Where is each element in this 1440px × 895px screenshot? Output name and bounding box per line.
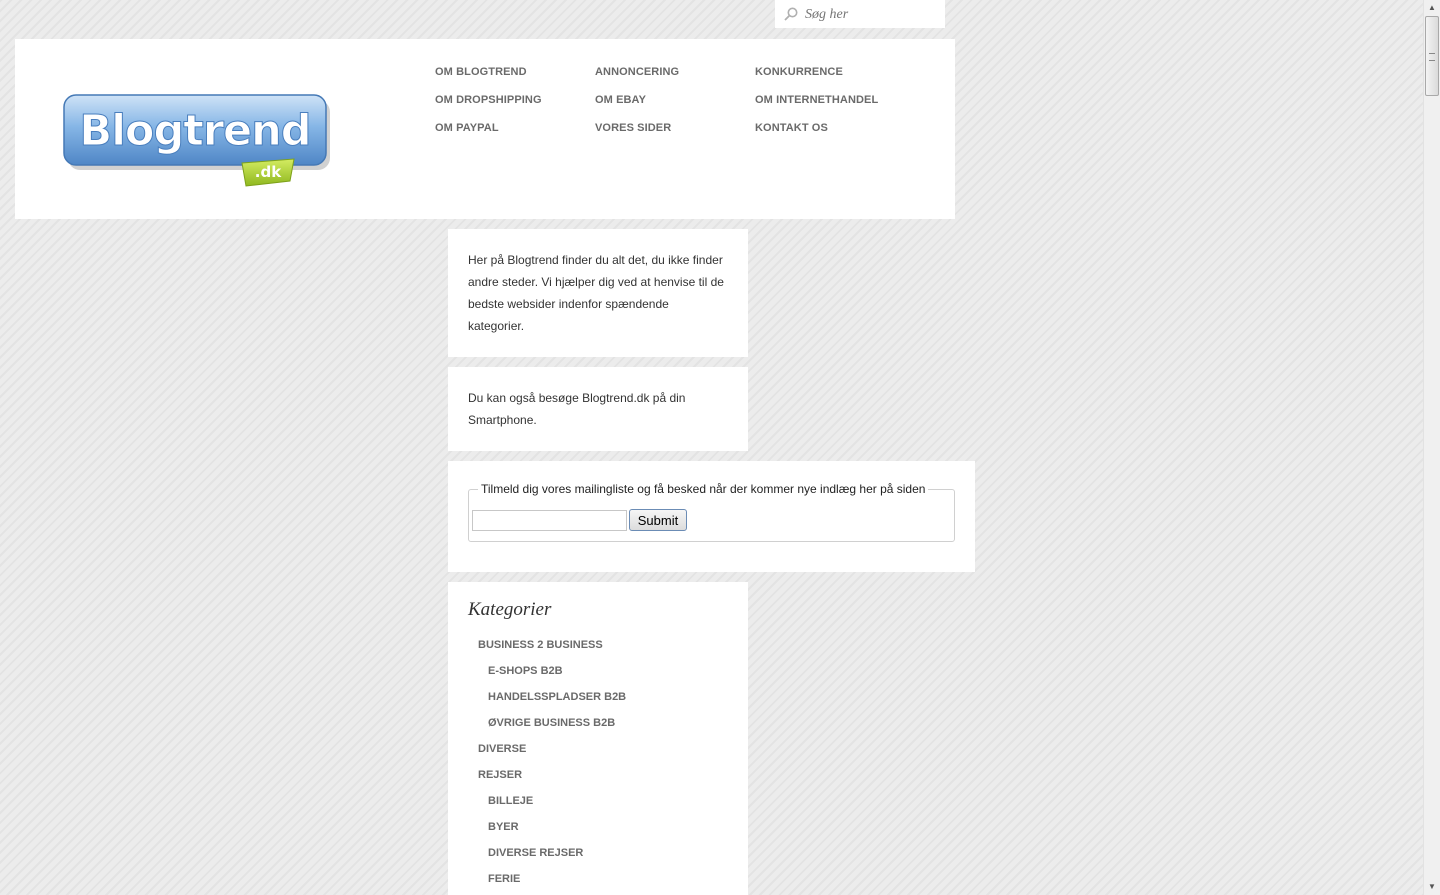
nav-konkurrence[interactable]: KONKURRENCE [755, 66, 843, 78]
newsletter-widget: Tilmeld dig vores mailingliste og få bes… [448, 461, 975, 572]
newsletter-legend: Tilmeld dig vores mailingliste og få bes… [481, 482, 926, 496]
scroll-down-arrow-icon[interactable]: ▼ [1424, 879, 1440, 895]
nav-kontakt-os[interactable]: KONTAKT OS [755, 122, 828, 134]
category-ferie[interactable]: FERIE [488, 873, 520, 885]
nav-om-internethandel[interactable]: OM INTERNETHANDEL [755, 94, 878, 106]
mobile-widget: Du kan også besøge Blogtrend.dk på din S… [448, 367, 748, 451]
nav-annoncering[interactable]: ANNONCERING [595, 66, 679, 78]
category-byer[interactable]: BYER [488, 821, 519, 833]
intro-widget: Her på Blogtrend finder du alt det, du i… [448, 229, 748, 357]
category-handelspladser-b2b[interactable]: HANDELSSPLADSER B2B [488, 691, 626, 703]
nav-om-paypal[interactable]: OM PAYPAL [435, 122, 499, 134]
logo-sub-text: .dk [255, 163, 282, 181]
intro-text: Her på Blogtrend finder du alt det, du i… [468, 253, 724, 333]
newsletter-email-input[interactable] [472, 510, 627, 531]
nav-om-blogtrend[interactable]: OM BLOGTREND [435, 66, 527, 78]
site-header: Blogtrend .dk OM BLOGTREND ANNONCERING K… [15, 39, 955, 219]
nav-om-ebay[interactable]: OM EBAY [595, 94, 646, 106]
scrollbar-grip-icon [1429, 53, 1435, 61]
nav-om-dropshipping[interactable]: OM DROPSHIPPING [435, 94, 542, 106]
mobile-text: Du kan også besøge Blogtrend.dk på din S… [468, 391, 686, 427]
logo-text: Blogtrend [79, 106, 310, 156]
search-input[interactable] [803, 3, 942, 27]
scrollbar-thumb[interactable] [1425, 16, 1439, 96]
nav-vores-sider[interactable]: VORES SIDER [595, 122, 671, 134]
vertical-scrollbar[interactable]: ▲ ▼ [1423, 0, 1440, 895]
category-ovrige-business-b2b[interactable]: ØVRIGE BUSINESS B2B [488, 717, 615, 729]
category-diverse-rejser[interactable]: DIVERSE REJSER [488, 847, 583, 859]
categories-title: Kategorier [468, 599, 552, 620]
search-box [775, 0, 945, 28]
category-e-shops-b2b[interactable]: E-SHOPS B2B [488, 665, 563, 677]
search-icon[interactable] [783, 6, 799, 22]
category-billeje[interactable]: BILLEJE [488, 795, 533, 807]
newsletter-submit-button[interactable]: Submit [629, 509, 687, 531]
blogtrend-logo[interactable]: Blogtrend .dk [60, 89, 350, 199]
categories-widget: Kategorier BUSINESS 2 BUSINESS E-SHOPS B… [448, 582, 748, 895]
category-business-2-business[interactable]: BUSINESS 2 BUSINESS [478, 639, 603, 651]
category-diverse[interactable]: DIVERSE [478, 743, 526, 755]
scroll-up-arrow-icon[interactable]: ▲ [1424, 0, 1440, 16]
newsletter-form: Tilmeld dig vores mailingliste og få bes… [468, 482, 955, 542]
category-rejser[interactable]: REJSER [478, 769, 522, 781]
